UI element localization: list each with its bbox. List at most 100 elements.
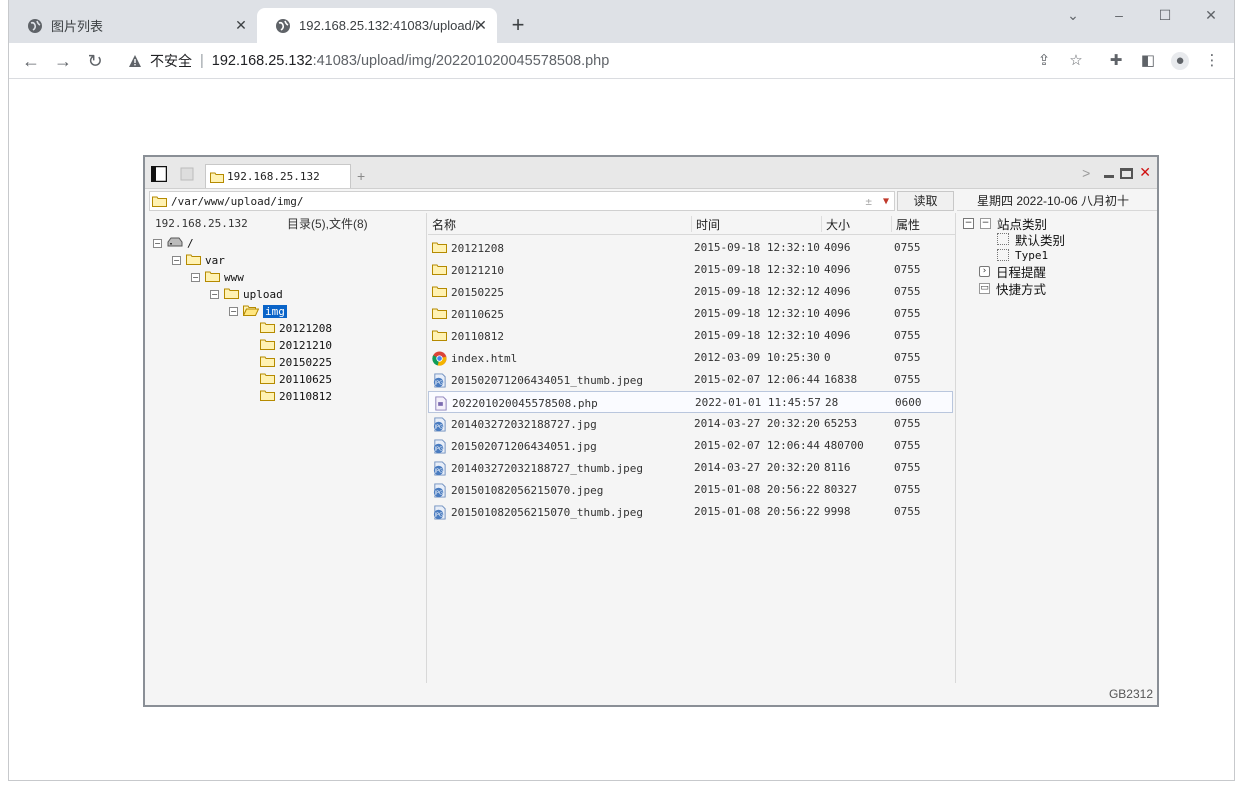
bookmark-star-icon[interactable]: ☆ (1067, 52, 1085, 70)
svg-text:JPG: JPG (433, 424, 443, 430)
file-attr: 0755 (894, 439, 921, 452)
tree-node[interactable]: 20110625 (260, 371, 332, 388)
profile-avatar-icon[interactable]: ● (1171, 52, 1189, 70)
read-button[interactable]: 读取 (897, 191, 954, 211)
jpg-file-icon: JPG (432, 505, 447, 520)
file-row[interactable]: JPG 201403272032188727.jpg 2014-03-27 20:3… (428, 413, 953, 435)
file-row[interactable]: JPG 201403272032188727_thumb.jpeg 2014-03-… (428, 457, 953, 479)
file-name-cell[interactable]: JPG 201501082056215070_thumb.jpeg (432, 505, 643, 520)
tree-node[interactable]: 20121210 (260, 337, 332, 354)
app-tab-host-label: 192.168.25.132 (227, 170, 320, 183)
file-row[interactable]: 20150225 2015-09-18 12:32:12 4096 0755 (428, 281, 953, 303)
tree-node[interactable]: 20150225 (260, 354, 332, 371)
file-name-cell[interactable]: 20150225 (432, 285, 504, 299)
file-name-cell[interactable]: index.html (432, 351, 518, 366)
tree-node-label: 20110812 (279, 390, 332, 403)
file-row[interactable]: JPG 201502071206434051.jpg 2015-02-07 12:0… (428, 435, 953, 457)
file-name: index.html (451, 351, 518, 365)
file-time: 2022-01-01 11:45:57 (695, 396, 821, 409)
file-row[interactable]: 20110625 2015-09-18 12:32:10 4096 0755 (428, 303, 953, 325)
tab-image-list[interactable]: 图片列表 ✕ (9, 8, 257, 43)
file-name-cell[interactable]: 20121208 (432, 241, 504, 255)
file-attr: 0600 (895, 396, 922, 409)
app-maximize-icon[interactable] (1120, 167, 1134, 179)
plus-minus-icon[interactable]: ± (865, 195, 872, 208)
file-time: 2015-01-08 20:56:22 (694, 483, 820, 496)
file-row[interactable]: index.html 2012-03-09 10:25:30 0 0755 (428, 347, 953, 369)
globe-icon (28, 18, 42, 33)
schedule-node[interactable]: › 日程提醒 (979, 263, 1046, 280)
app-close-icon[interactable]: ✕ (1139, 165, 1151, 181)
chevron-down-icon[interactable]: ▼ (883, 196, 889, 207)
file-name: 201403272032188727_thumb.jpeg (451, 461, 644, 475)
default-category-node[interactable]: 默认类别 (997, 231, 1065, 248)
file-row[interactable]: 20121208 2015-09-18 12:32:10 4096 0755 (428, 237, 953, 259)
tree-node-label: img (263, 305, 287, 318)
file-name-cell[interactable]: 20121210 (432, 263, 504, 277)
close-window-button[interactable]: ✕ (1201, 6, 1221, 26)
extensions-icon[interactable]: ✚ (1107, 52, 1125, 70)
collapse-toggle-icon[interactable]: − (963, 217, 974, 229)
collapse-toggle-icon[interactable]: − (229, 307, 238, 316)
column-name[interactable]: 名称 (428, 216, 456, 232)
maximize-button[interactable]: ☐ (1155, 6, 1175, 26)
file-row[interactable]: JPG 201502071206434051_thumb.jpeg 2015-02-… (428, 369, 953, 391)
panel-toggle-icon[interactable] (151, 166, 167, 182)
file-name-cell[interactable]: 20110812 (432, 329, 504, 343)
chevron-right-icon[interactable]: > (1082, 165, 1090, 181)
collapse-toggle-icon[interactable]: − (172, 256, 181, 265)
minimize-button[interactable]: – (1109, 6, 1129, 26)
file-name-cell[interactable]: JPG 201502071206434051_thumb.jpeg (432, 373, 643, 388)
shortcut-node[interactable]: ▭ 快捷方式 (979, 280, 1046, 297)
tree-node[interactable]: 20110812 (260, 388, 332, 405)
back-button[interactable]: ← (20, 50, 42, 72)
file-time: 2015-02-07 12:06:44 (694, 439, 820, 452)
close-tab-icon[interactable]: ✕ (473, 17, 489, 33)
collapse-toggle-icon[interactable]: − (191, 273, 200, 282)
date-display: 星期四 2022-10-06 八月初十 (957, 191, 1157, 211)
file-manager-app: 192.168.25.132 + > ✕ /var/www/upload/img… (143, 155, 1159, 707)
tab-active[interactable]: 192.168.25.132:41083/upload/img/20220102… (257, 8, 497, 43)
file-row[interactable]: 20110812 2015-09-18 12:32:10 4096 0755 (428, 325, 953, 347)
column-size[interactable]: 大小 (821, 216, 850, 232)
tree-node[interactable]: − img (229, 303, 287, 320)
tree-node[interactable]: − upload (210, 286, 283, 303)
close-tab-icon[interactable]: ✕ (233, 17, 249, 33)
blank-tab-icon[interactable] (179, 166, 195, 182)
collapse-toggle-icon[interactable]: − (210, 290, 219, 299)
file-row[interactable]: JPG 201501082056215070_thumb.jpeg 2015-01-… (428, 501, 953, 523)
app-minimize-icon[interactable] (1104, 174, 1115, 178)
column-attr[interactable]: 属性 (891, 216, 920, 232)
menu-icon[interactable]: ⋮ (1203, 52, 1221, 70)
column-time[interactable]: 时间 (691, 216, 720, 232)
file-name-cell[interactable]: 20110625 (432, 307, 504, 321)
collapse-toggle-icon[interactable]: − (153, 239, 162, 248)
file-name-cell[interactable]: JPG 201502071206434051.jpg (432, 439, 597, 454)
file-list-panel: 名称 时间 大小 属性 20121208 2015-09-18 12:32:10 4… (428, 213, 956, 683)
app-tab-host[interactable]: 192.168.25.132 (205, 164, 351, 188)
file-name-cell[interactable]: JPG 201403272032188727_thumb.jpeg (432, 461, 644, 476)
side-panel-icon[interactable]: ◧ (1139, 52, 1157, 70)
add-app-tab-button[interactable]: + (357, 168, 365, 184)
share-icon[interactable]: ⇪ (1035, 52, 1053, 70)
tree-node[interactable]: − var (172, 252, 225, 269)
tree-node[interactable]: − www (191, 269, 244, 286)
address-bar[interactable]: 不安全 | 192.168.25.132:41083/upload/img/20… (118, 46, 1118, 76)
file-name-cell[interactable]: 202201020045578508.php (433, 396, 598, 411)
tab-search-icon[interactable]: ⌄ (1063, 6, 1083, 26)
file-row[interactable]: JPG 201501082056215070.jpeg 2015-01-08 20:… (428, 479, 953, 501)
forward-button[interactable]: → (52, 50, 74, 72)
reload-button[interactable]: ↻ (84, 50, 106, 72)
file-size: 0 (824, 351, 831, 364)
file-name-cell[interactable]: JPG 201501082056215070.jpeg (432, 483, 603, 498)
tree-node[interactable]: 20121208 (260, 320, 332, 337)
file-row[interactable]: 20121210 2015-09-18 12:32:10 4096 0755 (428, 259, 953, 281)
tree-node[interactable]: − / (153, 235, 194, 252)
file-name: 201403272032188727.jpg (451, 417, 597, 431)
svg-text:JPG: JPG (433, 446, 443, 452)
path-input[interactable]: /var/www/upload/img/ ± ▼ (149, 191, 895, 211)
file-name-cell[interactable]: JPG 201403272032188727.jpg (432, 417, 597, 432)
file-size: 9998 (824, 505, 851, 518)
new-tab-button[interactable]: + (506, 13, 530, 37)
file-row[interactable]: 202201020045578508.php 2022-01-01 11:45:5… (428, 391, 953, 413)
